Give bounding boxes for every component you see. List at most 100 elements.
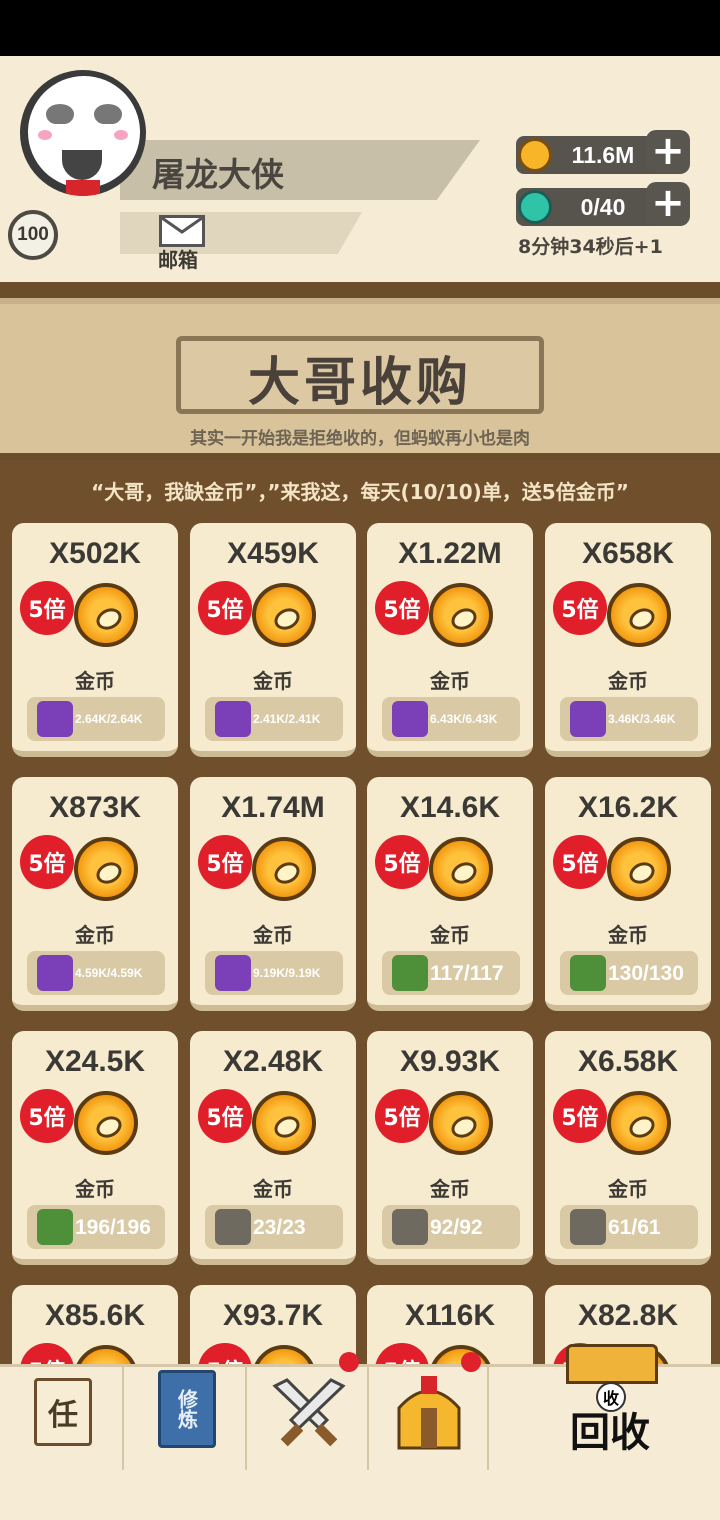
card-label: 金币 xyxy=(608,1177,648,1201)
avatar-eye-right xyxy=(94,104,122,124)
orb-fragment-icon xyxy=(37,955,73,991)
saber-fragment-icon xyxy=(37,701,73,737)
gold-coin-icon xyxy=(74,583,138,647)
gold-coin-icon xyxy=(429,583,493,647)
exchange-card[interactable]: X24.5K 5倍 金币 196/196 xyxy=(12,1031,178,1265)
fragment-counter: 2.64K/2.64K xyxy=(27,697,165,741)
train-book-icon: 修炼 xyxy=(158,1370,216,1448)
avatar-mouth xyxy=(62,150,102,180)
fragment-counter: 2.41K/2.41K xyxy=(205,697,343,741)
gold-coin-icon xyxy=(74,1091,138,1155)
fragment-counter: 61/61 xyxy=(560,1205,698,1249)
card-amount: X1.22M xyxy=(398,537,502,570)
multiplier-badge: 5倍 xyxy=(375,581,429,635)
bottom-strip xyxy=(0,1470,720,1520)
armor-fragment-icon xyxy=(570,955,606,991)
exchange-card[interactable]: X2.48K 5倍 金币 23/23 xyxy=(190,1031,356,1265)
gold-coin-icon xyxy=(429,837,493,901)
card-amount: X658K xyxy=(582,537,674,570)
card-amount: X14.6K xyxy=(399,791,501,824)
equipment-notification-dot xyxy=(461,1352,481,1372)
battle-notification-dot xyxy=(339,1352,359,1372)
card-amount: X459K xyxy=(227,537,319,570)
vest-fragment-icon xyxy=(392,1209,428,1245)
card-label: 金币 xyxy=(430,923,470,947)
exchange-card[interactable]: X14.6K 5倍 金币 117/117 xyxy=(367,777,533,1011)
player-name: 屠龙大侠 xyxy=(152,155,284,194)
fragment-count: 196/196 xyxy=(75,1216,151,1239)
fragment-count: 9.19K/9.19K xyxy=(253,966,321,980)
exchange-card[interactable]: X9.93K 5倍 金币 92/92 xyxy=(367,1031,533,1265)
avatar-eye-left xyxy=(46,104,74,124)
card-label: 金币 xyxy=(75,923,115,947)
exchange-card[interactable]: X6.58K 5倍 金币 61/61 xyxy=(545,1031,711,1265)
refill-timer: 8分钟34秒后+1 xyxy=(518,236,663,258)
card-amount: X502K xyxy=(49,537,141,570)
level-badge: 100 xyxy=(8,210,58,260)
mail-icon[interactable] xyxy=(159,215,205,247)
card-amount: X9.93K xyxy=(399,1045,501,1078)
exchange-card[interactable]: X502K 5倍 金币 2.64K/2.64K xyxy=(12,523,178,757)
gold-coin-icon xyxy=(607,837,671,901)
multiplier-badge: 5倍 xyxy=(375,1089,429,1143)
fragment-count: 61/61 xyxy=(608,1216,661,1239)
card-amount: X85.6K xyxy=(44,1299,146,1332)
exchange-card[interactable]: X658K 5倍金币 3.46K/3.46K xyxy=(545,523,711,757)
avatar[interactable] xyxy=(20,70,146,196)
nav-equipment[interactable] xyxy=(369,1352,489,1470)
gold-coin-icon xyxy=(252,1091,316,1155)
banner-title: 大哥收购 xyxy=(247,353,472,413)
fragment-counter: 23/23 xyxy=(205,1205,343,1249)
fragment-count: 4.59K/4.59K xyxy=(75,966,143,980)
gem-icon xyxy=(518,190,552,224)
blade-fragment-icon xyxy=(392,701,428,737)
gold-coin-icon xyxy=(607,583,671,647)
recycle-shop-icon xyxy=(566,1344,658,1384)
multiplier-badge: 5倍 xyxy=(375,835,429,889)
wooden-sword-fragment-icon xyxy=(392,955,428,991)
nav-train[interactable]: 修炼 xyxy=(124,1364,247,1470)
fragment-counter: 196/196 xyxy=(27,1205,165,1249)
exchange-card[interactable]: X459K 5倍 金币 2.41K/2.41K xyxy=(190,523,356,757)
demon-mask-fragment-icon xyxy=(215,701,251,737)
multiplier-badge: 5倍 xyxy=(198,835,252,889)
card-amount: X116K xyxy=(404,1299,496,1332)
multiplier-badge: 5倍 xyxy=(20,835,74,889)
recycle-label[interactable]: 回收 xyxy=(570,1400,650,1458)
crossed-swords-icon xyxy=(272,1378,346,1447)
fragment-count: 23/23 xyxy=(253,1216,306,1239)
multiplier-badge: 5倍 xyxy=(553,835,607,889)
train-icon-chars: 修炼 xyxy=(174,1389,199,1429)
add-gold-button[interactable]: + xyxy=(646,130,690,174)
banner-subtitle: 其实一开始我是拒绝收的，但蚂蚁再小也是肉 xyxy=(190,429,530,449)
mailbox-label[interactable]: 邮箱 xyxy=(158,244,198,273)
exchange-card[interactable]: X16.2K 5倍 金币 130/130 xyxy=(545,777,711,1011)
card-label: 金币 xyxy=(253,669,293,693)
gold-coin-icon xyxy=(429,1091,493,1155)
nav-task[interactable]: 任 xyxy=(0,1364,124,1470)
card-amount: X2.48K xyxy=(222,1045,324,1078)
multiplier-badge: 5倍 xyxy=(553,581,607,635)
card-amount: X93.7K xyxy=(222,1299,324,1332)
exchange-card[interactable]: X873K 5倍金币 4.59K/4.59K xyxy=(12,777,178,1011)
gold-coin-icon xyxy=(252,583,316,647)
status-bar xyxy=(0,0,720,56)
card-label: 金币 xyxy=(608,669,648,693)
task-scroll-icon: 任 xyxy=(34,1378,92,1446)
sword-fragment-icon xyxy=(215,955,251,991)
add-gem-button[interactable]: + xyxy=(646,182,690,226)
fragment-count: 2.64K/2.64K xyxy=(75,712,143,726)
fragment-counter: 3.46K/3.46K xyxy=(560,697,698,741)
card-amount: X873K xyxy=(49,791,141,824)
exchange-card[interactable]: X1.74M 5倍金币 9.19K/9.19K xyxy=(190,777,356,1011)
card-label: 金币 xyxy=(253,923,293,947)
card-amount: X1.74M xyxy=(221,791,325,824)
exchange-card[interactable]: X1.22M 5倍 金币 6.43K/6.43K xyxy=(367,523,533,757)
fragment-count: 3.46K/3.46K xyxy=(608,712,676,726)
robe-fragment-icon xyxy=(37,1209,73,1245)
avatar-face xyxy=(28,76,140,196)
card-label: 金币 xyxy=(253,1177,293,1201)
card-label: 金币 xyxy=(75,669,115,693)
gold-coin-icon xyxy=(74,837,138,901)
nav-battle[interactable] xyxy=(247,1352,369,1470)
